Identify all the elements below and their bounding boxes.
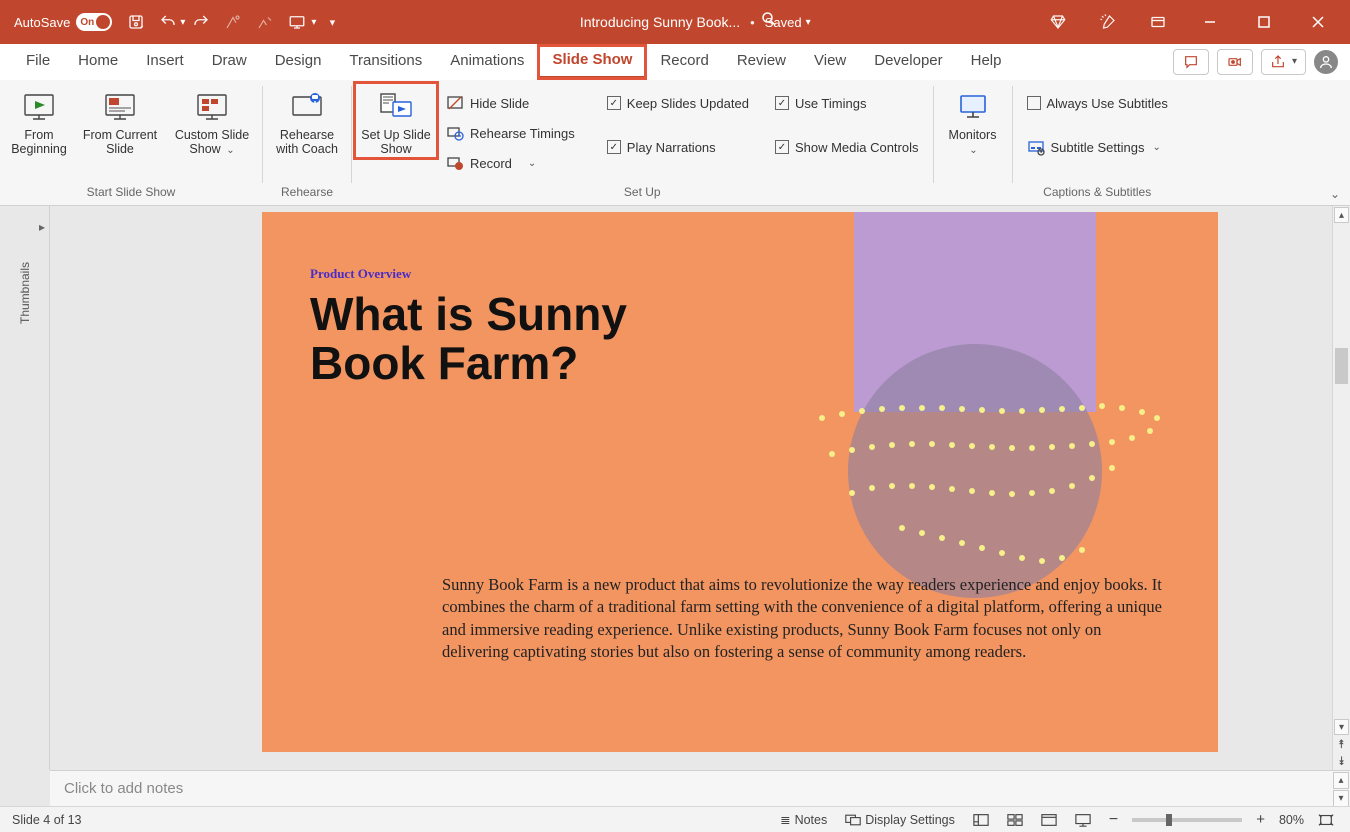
record-dropdown-button[interactable]: Record⌄ [442,150,579,176]
zoom-percent[interactable]: 80% [1279,813,1304,827]
tab-home[interactable]: Home [64,46,132,77]
qat-tool2-icon[interactable] [253,10,277,34]
play-narrations-checkbox[interactable]: ✓Play Narrations [603,134,753,160]
save-icon[interactable] [124,10,148,34]
scroll-down-icon[interactable]: ▾ [1334,719,1349,735]
collapse-ribbon-icon[interactable]: ⌄ [1330,187,1340,201]
tab-transitions[interactable]: Transitions [335,46,436,77]
tab-help[interactable]: Help [957,46,1016,77]
group-set-up: Set Up [356,183,929,203]
user-avatar[interactable] [1314,50,1338,74]
notes-toggle-button[interactable]: ≣Notes [776,812,831,827]
slide-title[interactable]: What is SunnyBook Farm? [310,290,627,389]
tab-developer[interactable]: Developer [860,46,956,77]
minimize-button[interactable] [1192,8,1228,36]
content-area: ▸ Thumbnails Product Overview What is Su… [0,206,1350,770]
share-button[interactable]: ▾ [1261,49,1306,75]
fit-to-window-button[interactable] [1314,813,1338,827]
tab-design[interactable]: Design [261,46,336,77]
diamond-icon[interactable] [1046,10,1070,34]
group-rehearse: Rehearse [267,183,347,203]
status-bar: Slide 4 of 13 ≣Notes Display Settings − … [0,806,1350,832]
from-beginning-button[interactable]: From Beginning [4,84,74,157]
thumbnails-panel[interactable]: ▸ Thumbnails [0,206,50,770]
slide-subtitle[interactable]: Product Overview [310,266,411,282]
always-use-subtitles-checkbox[interactable]: Always Use Subtitles [1023,90,1172,116]
show-media-controls-checkbox[interactable]: ✓Show Media Controls [771,134,923,160]
zoom-in-button[interactable]: + [1252,811,1269,828]
custom-slide-show-button[interactable]: Custom Slide Show ⌄ [166,84,258,157]
scrollbar-thumb[interactable] [1335,348,1348,384]
subtitle-settings-button[interactable]: Subtitle Settings⌄ [1023,134,1172,160]
view-slideshow-button[interactable] [1071,813,1095,827]
tab-draw[interactable]: Draw [198,46,261,77]
group-start-slide-show: Start Slide Show [4,183,258,203]
qat-customize-icon[interactable]: ▾ [320,10,344,34]
notes-icon: ≣ [780,812,790,827]
zoom-slider[interactable] [1132,818,1242,822]
tab-insert[interactable]: Insert [132,46,198,77]
ribbon: From Beginning From Current Slide Custom… [0,80,1350,206]
undo-dropdown-icon[interactable]: ▾ [180,17,185,28]
window-mode-icon[interactable] [1146,10,1170,34]
slide-counter: Slide 4 of 13 [12,813,82,827]
slide-body-text[interactable]: Sunny Book Farm is a new product that ai… [442,574,1162,663]
search-icon[interactable] [760,10,778,31]
notes-pane[interactable]: Click to add notes ▴ ▾ [50,770,1350,806]
comments-button[interactable] [1173,49,1209,75]
notes-placeholder[interactable]: Click to add notes [64,780,183,797]
display-settings-button[interactable]: Display Settings [841,813,959,827]
rehearse-timings-button[interactable]: Rehearse Timings [442,120,579,146]
autosave-toggle[interactable]: On [76,13,112,31]
present-icon[interactable] [285,10,309,34]
use-timings-checkbox[interactable]: ✓Use Timings [771,90,923,116]
ribbon-tabs: File Home Insert Draw Design Transitions… [0,44,1350,80]
tab-file[interactable]: File [12,46,64,77]
tab-slide-show[interactable]: Slide Show [538,45,646,79]
record-cam-button[interactable] [1217,49,1253,75]
notes-scroll-down-icon[interactable]: ▾ [1333,790,1349,807]
keep-slides-updated-checkbox[interactable]: ✓Keep Slides Updated [603,90,753,116]
monitors-button[interactable]: Monitors⌄ [938,84,1008,157]
next-slide-icon[interactable]: ⯯ [1334,753,1349,769]
hide-slide-button[interactable]: Hide Slide [442,90,579,116]
tab-animations[interactable]: Animations [436,46,538,77]
zoom-out-button[interactable]: − [1105,811,1122,829]
prev-slide-icon[interactable]: ⯭ [1334,736,1349,752]
scroll-up-icon[interactable]: ▴ [1334,207,1349,223]
view-sorter-button[interactable] [1003,813,1027,827]
redo-icon[interactable] [189,10,213,34]
set-up-slide-show-button[interactable]: Set Up Slide Show [356,84,436,157]
brush-icon[interactable] [1096,10,1120,34]
slide-decoration-dots [802,398,1182,578]
group-captions: Captions & Subtitles [1017,183,1178,203]
qat-tool-icon[interactable] [221,10,245,34]
close-button[interactable] [1300,8,1336,36]
notes-scroll-up-icon[interactable]: ▴ [1333,772,1349,789]
tab-record[interactable]: Record [646,46,722,77]
display-icon [845,813,861,827]
slide-canvas-area: Product Overview What is SunnyBook Farm?… [50,206,1350,770]
present-dropdown-icon[interactable]: ▾ [311,17,316,28]
expand-thumbnails-icon[interactable]: ▸ [39,220,45,234]
view-reading-button[interactable] [1037,813,1061,827]
tab-view[interactable]: View [800,46,860,77]
view-normal-button[interactable] [969,813,993,827]
document-title: Introducing Sunny Book... [580,14,740,30]
thumbnails-label: Thumbnails [18,262,32,324]
undo-icon[interactable] [156,10,180,34]
rehearse-with-coach-button[interactable]: Rehearse with Coach [267,84,347,157]
slide[interactable]: Product Overview What is SunnyBook Farm?… [262,212,1218,752]
vertical-scrollbar[interactable]: ▴ ▾ ⯭ ⯯ [1332,206,1350,770]
title-bar: AutoSave On ▾ ▾ ▾ Introducing Sunny Book… [0,0,1350,44]
autosave-label: AutoSave [14,15,70,30]
tab-review[interactable]: Review [723,46,800,77]
maximize-button[interactable] [1246,8,1282,36]
from-current-slide-button[interactable]: From Current Slide [74,84,166,157]
